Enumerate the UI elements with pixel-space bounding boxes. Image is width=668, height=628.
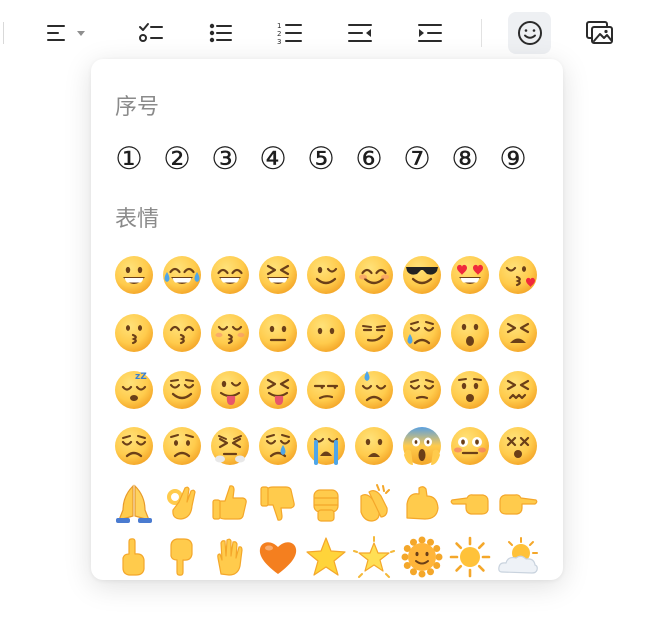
raised-fist-icon[interactable] [305,482,347,524]
star-icon[interactable] [305,536,347,578]
sun-icon[interactable] [449,536,491,578]
toolbar-divider-left [3,22,4,44]
numbered-list-button[interactable]: 1 2 3 [270,12,310,54]
number-symbols-row: ①②③④⑤⑥⑦⑧⑨ [111,141,551,177]
confounded-face-icon[interactable] [497,369,539,411]
disappointed-face-icon[interactable] [113,425,155,467]
tired-face-icon[interactable] [497,312,539,354]
checklist-icon [138,22,164,44]
circled-number-5[interactable]: ⑤ [303,141,339,177]
bulleted-list-button[interactable] [201,12,241,54]
grinning-face-icon[interactable] [113,254,155,296]
circled-number-2[interactable]: ② [159,141,195,177]
sun-behind-cloud-icon[interactable] [497,536,539,578]
squinting-face-with-tongue-icon[interactable] [257,369,299,411]
sun-with-face-icon[interactable] [401,536,443,578]
emoji-button[interactable] [508,12,551,54]
smirking-face-icon[interactable] [353,312,395,354]
formatting-toolbar: 1 2 3 [0,0,668,64]
face-blowing-a-kiss-icon[interactable] [497,254,539,296]
face-without-mouth-icon[interactable] [305,312,347,354]
image-icon [585,19,615,47]
loudly-crying-face-icon[interactable] [305,425,347,467]
hushed-face-icon[interactable] [449,369,491,411]
raised-hand-icon[interactable] [209,536,251,578]
circled-number-8[interactable]: ⑧ [447,141,483,177]
winking-face-with-tongue-icon[interactable] [209,369,251,411]
outdent-icon [347,22,373,44]
grinning-squinting-face-icon[interactable] [257,254,299,296]
backhand-index-pointing-left-icon[interactable] [449,482,491,524]
thumbs-up-icon[interactable] [209,482,251,524]
align-dropdown-button[interactable] [36,12,94,54]
face-screaming-in-fear-icon[interactable] [401,425,443,467]
clapping-hands-icon[interactable] [353,482,395,524]
bulleted-list-icon [209,22,233,44]
neutral-face-icon[interactable] [257,312,299,354]
folded-hands-icon[interactable] [113,482,155,524]
emoji-picker-popover: 序号 ①②③④⑤⑥⑦⑧⑨ 表情 zZ [91,59,563,580]
outdent-button[interactable] [340,12,380,54]
smiling-face-with-heart-eyes-icon[interactable] [449,254,491,296]
relieved-face-icon[interactable] [161,369,203,411]
svg-text:zZ: zZ [135,372,147,382]
kissing-face-with-smiling-eyes-icon[interactable] [161,312,203,354]
emoji-section-title: 表情 [115,207,160,232]
kissing-face-icon[interactable] [113,312,155,354]
crying-face-icon[interactable] [257,425,299,467]
flexed-biceps-icon[interactable] [401,482,443,524]
worried-face-icon[interactable] [161,425,203,467]
face-with-tears-of-joy-icon[interactable] [161,254,203,296]
circled-number-3[interactable]: ③ [207,141,243,177]
winking-face-icon[interactable] [305,254,347,296]
dizzy-face-icon[interactable] [497,425,539,467]
svg-text:3: 3 [277,38,281,45]
checklist-button[interactable] [131,12,171,54]
numbers-section-title: 序号 [115,95,160,120]
smiling-face-with-smiling-eyes-icon[interactable] [353,254,395,296]
align-icon [45,22,67,44]
numbered-list-icon: 1 2 3 [277,21,303,45]
svg-text:2: 2 [277,30,281,38]
orange-heart-icon[interactable] [257,536,299,578]
ok-hand-icon[interactable] [161,482,203,524]
pensive-face-icon[interactable] [401,369,443,411]
flushed-face-icon[interactable] [449,425,491,467]
grinning-face-with-smiling-eyes-icon[interactable] [209,254,251,296]
kissing-face-with-closed-eyes-icon[interactable] [209,312,251,354]
unamused-face-icon[interactable] [305,369,347,411]
sleeping-face-icon[interactable]: zZ [113,369,155,411]
svg-text:1: 1 [277,22,281,30]
backhand-index-pointing-right-icon[interactable] [497,482,539,524]
sad-but-relieved-face-icon[interactable] [401,312,443,354]
face-with-open-mouth-icon[interactable] [449,312,491,354]
face-with-steam-from-nose-icon[interactable] [209,425,251,467]
toolbar-divider [481,19,482,47]
editor-page: 1 2 3 序号 ① ② ③ ④ ⑤ ⑥ ⑦ ⑧ ⑨ 表情 zZ [0,0,668,628]
insert-image-button[interactable] [579,12,621,54]
smiling-face-with-sunglasses-icon[interactable] [401,254,443,296]
glowing-star-icon[interactable] [353,536,395,578]
circled-number-7[interactable]: ⑦ [399,141,435,177]
chevron-down-icon [77,30,85,36]
emoji-icon [517,20,543,46]
indent-icon [417,22,443,44]
circled-number-6[interactable]: ⑥ [351,141,387,177]
indent-button[interactable] [410,12,450,54]
circled-number-9[interactable]: ⑨ [495,141,531,177]
thumbs-down-icon[interactable] [257,482,299,524]
downcast-face-with-sweat-icon[interactable] [353,369,395,411]
circled-number-4[interactable]: ④ [255,141,291,177]
backhand-index-pointing-down-icon[interactable] [161,536,203,578]
circled-number-1[interactable]: ① [111,141,147,177]
frowning-face-with-open-mouth-icon[interactable] [353,425,395,467]
backhand-index-pointing-up-icon[interactable] [113,536,155,578]
